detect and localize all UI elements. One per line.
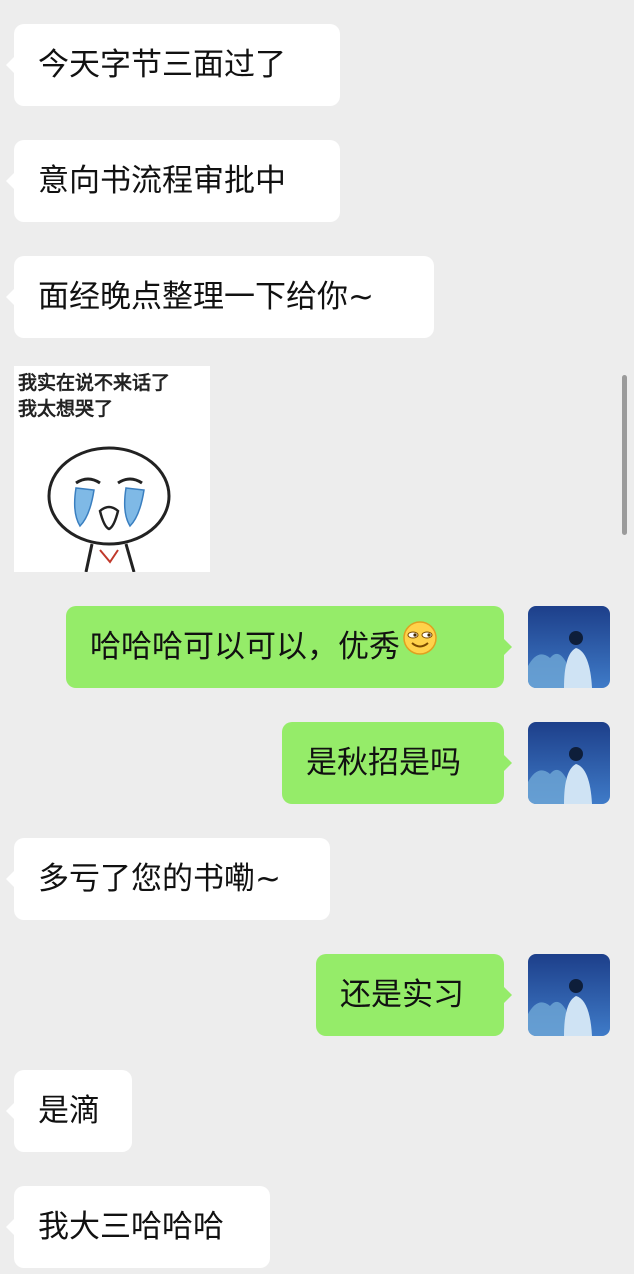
incoming-message-bubble[interactable]: 我大三哈哈哈: [6, 1186, 270, 1268]
incoming-message-bubble[interactable]: 多亏了您的书嘞~: [6, 838, 330, 920]
message-text: 还是实习: [340, 977, 464, 1013]
outgoing-message-bubble[interactable]: 哈哈哈可以可以，优秀: [66, 605, 512, 688]
message-text: 意向书流程审批中: [38, 163, 286, 199]
incoming-message-bubble[interactable]: 面经晚点整理一下给你~: [6, 256, 434, 338]
message-text: 今天字节三面过了: [38, 47, 286, 83]
message-text: 是滴: [38, 1093, 100, 1129]
smirk-emoji-icon: [402, 605, 438, 687]
user-avatar[interactable]: [528, 954, 610, 1036]
user-avatar[interactable]: [528, 722, 610, 804]
outgoing-message-bubble[interactable]: 还是实习: [316, 954, 512, 1036]
user-avatar[interactable]: [528, 606, 610, 688]
message-text: 哈哈哈可以可以，优秀: [90, 629, 400, 665]
scrollbar[interactable]: [622, 375, 627, 535]
message-text: 面经晚点整理一下给你~: [38, 279, 374, 315]
outgoing-message-bubble[interactable]: 是秋招是吗: [282, 722, 512, 804]
incoming-message-bubble[interactable]: 意向书流程审批中: [6, 140, 340, 222]
incoming-message-bubble[interactable]: 是滴: [6, 1070, 132, 1152]
message-text: 多亏了您的书嘞~: [38, 861, 281, 897]
message-text: 是秋招是吗: [306, 745, 461, 781]
crying-face-sticker[interactable]: 我实在说不来话了 我太想哭了: [14, 366, 210, 572]
incoming-message-bubble[interactable]: 今天字节三面过了: [6, 24, 340, 106]
message-text: 我大三哈哈哈: [38, 1209, 224, 1245]
crying-face-icon: [47, 446, 171, 572]
